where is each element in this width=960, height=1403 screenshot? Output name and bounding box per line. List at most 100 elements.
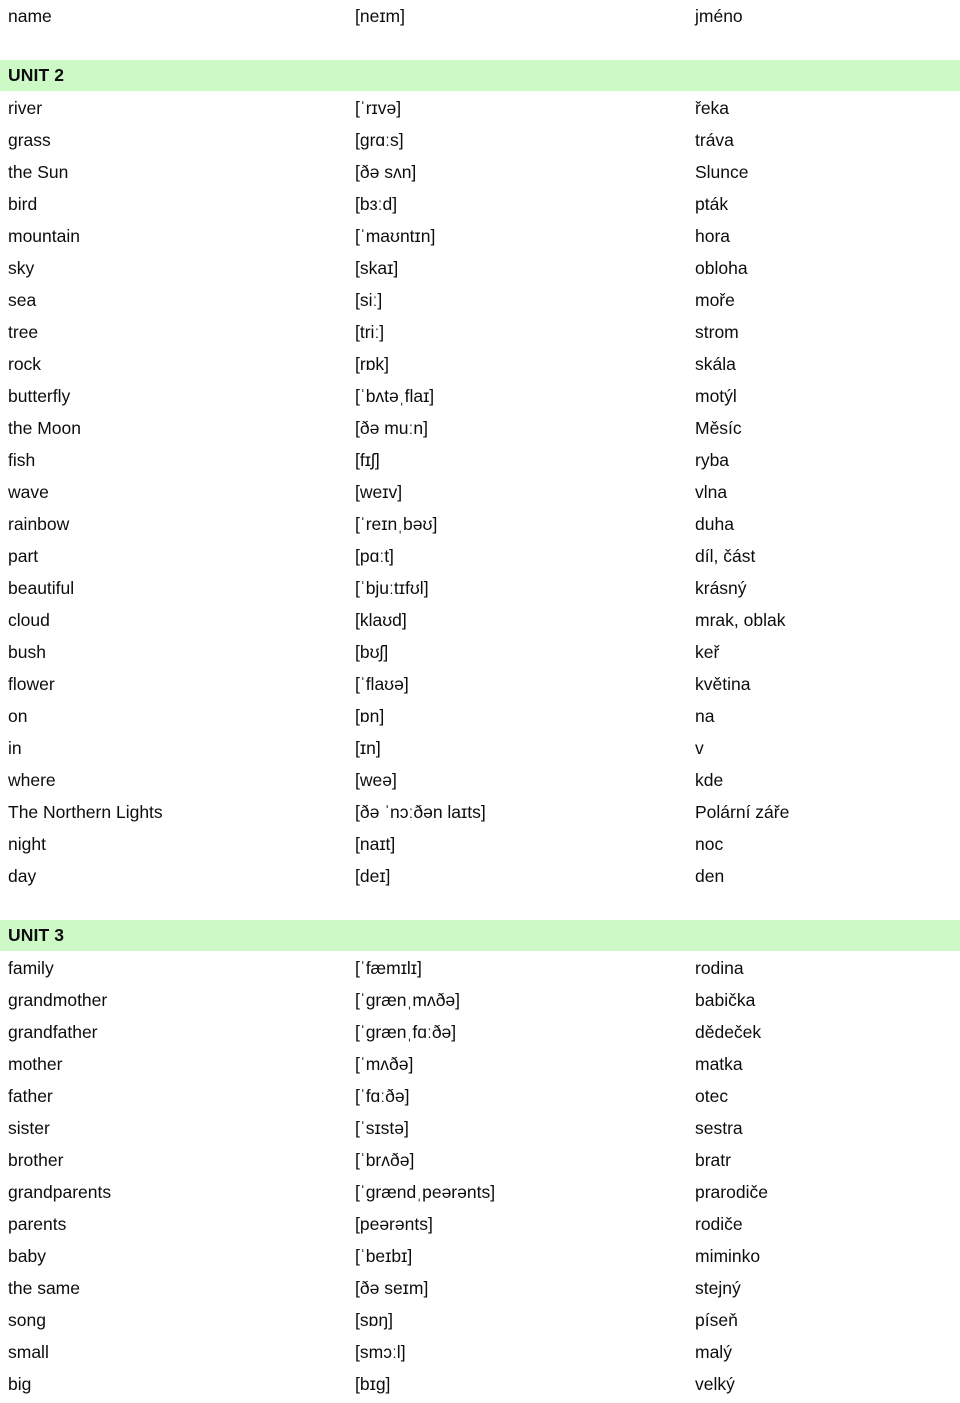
english-word: The Northern Lights bbox=[8, 802, 163, 822]
ipa-transcription: [ɪn] bbox=[355, 738, 381, 758]
english-word: part bbox=[8, 546, 39, 566]
vocabulary-row: butterfly [ˈbʌtəˌflaɪ] motýl bbox=[0, 380, 960, 412]
ipa-transcription: [ðə sʌn] bbox=[355, 162, 417, 182]
czech-translation: v bbox=[695, 738, 704, 758]
ipa-transcription: [ˈgrænˌmʌðə] bbox=[355, 990, 461, 1010]
english-word: the same bbox=[8, 1278, 80, 1298]
english-word: song bbox=[8, 1310, 46, 1330]
czech-translation: babička bbox=[695, 990, 756, 1010]
ipa-transcription: [ˈbjuːtɪfʊl] bbox=[355, 578, 429, 598]
english-word: flower bbox=[8, 674, 55, 694]
vocabulary-row: in [ɪn] v bbox=[0, 732, 960, 764]
vocabulary-row: day [deɪ] den bbox=[0, 860, 960, 892]
czech-translation: keř bbox=[695, 642, 720, 662]
czech-translation: Měsíc bbox=[695, 418, 742, 438]
czech-translation: strom bbox=[695, 322, 739, 342]
czech-translation: stejný bbox=[695, 1278, 741, 1298]
czech-translation: květina bbox=[695, 674, 751, 694]
czech-translation: obloha bbox=[695, 258, 748, 278]
czech-translation: Slunce bbox=[695, 162, 749, 182]
czech-translation: motýl bbox=[695, 386, 737, 406]
english-word: grandmother bbox=[8, 990, 108, 1010]
english-word: family bbox=[8, 958, 54, 978]
english-word: grandfather bbox=[8, 1022, 98, 1042]
czech-translation: hora bbox=[695, 226, 731, 246]
vocabulary-row: wave [weɪv] vlna bbox=[0, 476, 960, 508]
czech-translation: mrak, oblak bbox=[695, 610, 786, 630]
english-word: rainbow bbox=[8, 514, 70, 534]
ipa-transcription: [bʊʃ] bbox=[355, 642, 389, 662]
czech-translation: den bbox=[695, 866, 725, 886]
english-word: wave bbox=[8, 482, 49, 502]
czech-translation: na bbox=[695, 706, 715, 726]
english-word: sea bbox=[8, 290, 37, 310]
vocabulary-row: bush [bʊʃ] keř bbox=[0, 636, 960, 668]
czech-translation: sestra bbox=[695, 1118, 743, 1138]
english-word: father bbox=[8, 1086, 53, 1106]
ipa-transcription: [fɪʃ] bbox=[355, 450, 380, 470]
english-word: the Sun bbox=[8, 162, 69, 182]
english-word: in bbox=[8, 738, 22, 758]
vocabulary-row: the same [ðə seɪm] stejný bbox=[0, 1272, 960, 1304]
vocabulary-row: tree [triː] strom bbox=[0, 316, 960, 348]
vocabulary-row: the Sun [ðə sʌn] Slunce bbox=[0, 156, 960, 188]
czech-translation: jméno bbox=[695, 6, 743, 26]
ipa-transcription: [bɜːd] bbox=[355, 194, 398, 214]
czech-translation: prarodiče bbox=[695, 1182, 768, 1202]
english-word: on bbox=[8, 706, 28, 726]
english-word: grandparents bbox=[8, 1182, 112, 1202]
vocabulary-row: cloud [klaʊd] mrak, oblak bbox=[0, 604, 960, 636]
czech-translation: řeka bbox=[695, 98, 730, 118]
vocabulary-row: mother [ˈmʌðə] matka bbox=[0, 1048, 960, 1080]
english-word: butterfly bbox=[8, 386, 71, 406]
ipa-transcription: [ðə seɪm] bbox=[355, 1278, 429, 1298]
vocabulary-row: mountain [ˈmaʊntɪn] hora bbox=[0, 220, 960, 252]
english-word: tree bbox=[8, 322, 39, 342]
unit-heading: UNIT 2 bbox=[0, 60, 960, 91]
english-word: grass bbox=[8, 130, 51, 150]
english-word: where bbox=[8, 770, 56, 790]
english-word: sister bbox=[8, 1118, 50, 1138]
vocabulary-row: father [ˈfɑːðə] otec bbox=[0, 1080, 960, 1112]
ipa-transcription: [ˈmʌðə] bbox=[355, 1054, 414, 1074]
vocabulary-row: bird [bɜːd] pták bbox=[0, 188, 960, 220]
vocabulary-row: grandparents [ˈgrændˌpeərənts] prarodiče bbox=[0, 1176, 960, 1208]
czech-translation: otec bbox=[695, 1086, 729, 1106]
ipa-transcription: [siː] bbox=[355, 290, 383, 310]
vocabulary-row: family [ˈfæmɪlɪ] rodina bbox=[0, 952, 960, 984]
czech-translation: noc bbox=[695, 834, 724, 854]
czech-translation: pták bbox=[695, 194, 729, 214]
english-word: parents bbox=[8, 1214, 67, 1234]
vocabulary-row: rock [rɒk] skála bbox=[0, 348, 960, 380]
english-word: baby bbox=[8, 1246, 46, 1266]
czech-translation: matka bbox=[695, 1054, 743, 1074]
english-word: sky bbox=[8, 258, 35, 278]
vocabulary-row: grass [grɑːs] tráva bbox=[0, 124, 960, 156]
ipa-transcription: [weə] bbox=[355, 770, 397, 790]
vocabulary-row: fish [fɪʃ] ryba bbox=[0, 444, 960, 476]
ipa-transcription: [smɔːl] bbox=[355, 1342, 406, 1362]
vocabulary-row: beautiful [ˈbjuːtɪfʊl] krásný bbox=[0, 572, 960, 604]
ipa-transcription: [rɒk] bbox=[355, 354, 390, 374]
vocabulary-row: big [bɪg] velký bbox=[0, 1368, 960, 1400]
ipa-transcription: [pɑːt] bbox=[355, 546, 394, 566]
glossary-content: name [neɪm] jméno UNIT 2 river [ˈrɪvə] řeka gra… bbox=[0, 0, 960, 1400]
vocabulary-row: river [ˈrɪvə] řeka bbox=[0, 92, 960, 124]
vocabulary-row: name [neɪm] jméno bbox=[0, 0, 960, 32]
vocabulary-row: where [weə] kde bbox=[0, 764, 960, 796]
czech-translation: duha bbox=[695, 514, 734, 534]
english-word: beautiful bbox=[8, 578, 75, 598]
czech-translation: moře bbox=[695, 290, 735, 310]
english-word: name bbox=[8, 6, 52, 26]
vocabulary-row: grandmother [ˈgrænˌmʌðə] babička bbox=[0, 984, 960, 1016]
vocabulary-row: flower [ˈflaʊə] květina bbox=[0, 668, 960, 700]
ipa-transcription: [klaʊd] bbox=[355, 610, 407, 630]
vocabulary-row: small [smɔːl] malý bbox=[0, 1336, 960, 1368]
vocabulary-row: night [naɪt] noc bbox=[0, 828, 960, 860]
vocabulary-row: the Moon [ðə muːn] Měsíc bbox=[0, 412, 960, 444]
vocabulary-row: on [ɒn] na bbox=[0, 700, 960, 732]
czech-translation: vlna bbox=[695, 482, 728, 502]
ipa-transcription: [ˈsɪstə] bbox=[355, 1118, 409, 1138]
ipa-transcription: [grɑːs] bbox=[355, 130, 404, 150]
